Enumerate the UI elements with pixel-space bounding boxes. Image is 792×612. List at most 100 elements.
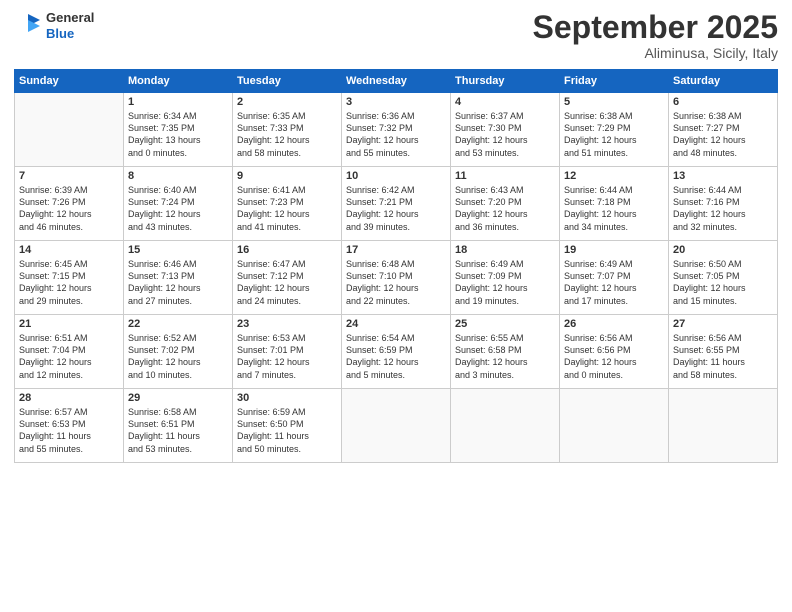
day-info: Sunrise: 6:59 AMSunset: 6:50 PMDaylight:… xyxy=(237,406,337,455)
day-number: 18 xyxy=(455,244,555,256)
header: General Blue September 2025 Aliminusa, S… xyxy=(14,10,778,61)
table-row: 1Sunrise: 6:34 AMSunset: 7:35 PMDaylight… xyxy=(124,93,233,167)
day-number: 8 xyxy=(128,170,228,182)
day-info: Sunrise: 6:43 AMSunset: 7:20 PMDaylight:… xyxy=(455,184,555,233)
logo-icon xyxy=(14,12,42,40)
table-row xyxy=(15,93,124,167)
table-row xyxy=(342,389,451,463)
day-number: 29 xyxy=(128,392,228,404)
day-number: 4 xyxy=(455,96,555,108)
table-row: 27 Sunrise: 6:56 AMSunset: 6:55 PMDayligh… xyxy=(669,315,778,389)
table-row: 13Sunrise: 6:44 AMSunset: 7:16 PMDayligh… xyxy=(669,167,778,241)
day-info: Sunrise: 6:36 AMSunset: 7:32 PMDaylight:… xyxy=(346,110,446,159)
day-info: Sunrise: 6:49 AMSunset: 7:07 PMDaylight:… xyxy=(564,258,664,307)
day-info: Sunrise: 6:49 AMSunset: 7:09 PMDaylight:… xyxy=(455,258,555,307)
table-row: 3Sunrise: 6:36 AMSunset: 7:32 PMDaylight… xyxy=(342,93,451,167)
day-number: 28 xyxy=(19,392,119,404)
day-number: 26 xyxy=(564,318,664,330)
day-info: Sunrise: 6:40 AMSunset: 7:24 PMDaylight:… xyxy=(128,184,228,233)
calendar-table: Sunday Monday Tuesday Wednesday Thursday… xyxy=(14,69,778,463)
table-row: 19 Sunrise: 6:49 AMSunset: 7:07 PMDayligh… xyxy=(560,241,669,315)
day-number: 6 xyxy=(673,96,773,108)
day-info: Sunrise: 6:56 AMSunset: 6:56 PMDaylight:… xyxy=(564,332,664,381)
day-info: Sunrise: 6:41 AMSunset: 7:23 PMDaylight:… xyxy=(237,184,337,233)
day-number: 27 xyxy=(673,318,773,330)
day-number: 19 xyxy=(564,244,664,256)
table-row: 30 Sunrise: 6:59 AMSunset: 6:50 PMDayligh… xyxy=(233,389,342,463)
day-number: 1 xyxy=(128,96,228,108)
day-info: Sunrise: 6:46 AMSunset: 7:13 PMDaylight:… xyxy=(128,258,228,307)
table-row: 16 Sunrise: 6:47 AMSunset: 7:12 PMDayligh… xyxy=(233,241,342,315)
month-title: September 2025 xyxy=(533,10,778,45)
day-number: 24 xyxy=(346,318,446,330)
table-row: 11 Sunrise: 6:43 AMSunset: 7:20 PMDayligh… xyxy=(451,167,560,241)
table-row: 14 Sunrise: 6:45 AMSunset: 7:15 PMDayligh… xyxy=(15,241,124,315)
day-number: 16 xyxy=(237,244,337,256)
logo: General Blue xyxy=(14,10,94,41)
day-number: 11 xyxy=(455,170,555,182)
table-row: 18 Sunrise: 6:49 AMSunset: 7:09 PMDayligh… xyxy=(451,241,560,315)
col-tuesday: Tuesday xyxy=(233,70,342,93)
table-row: 7Sunrise: 6:39 AMSunset: 7:26 PMDaylight… xyxy=(15,167,124,241)
day-info: Sunrise: 6:58 AMSunset: 6:51 PMDaylight:… xyxy=(128,406,228,455)
day-info: Sunrise: 6:37 AMSunset: 7:30 PMDaylight:… xyxy=(455,110,555,159)
table-row: 4 Sunrise: 6:37 AMSunset: 7:30 PMDaylight… xyxy=(451,93,560,167)
col-thursday: Thursday xyxy=(451,70,560,93)
day-info: Sunrise: 6:55 AMSunset: 6:58 PMDaylight:… xyxy=(455,332,555,381)
table-row: 10Sunrise: 6:42 AMSunset: 7:21 PMDayligh… xyxy=(342,167,451,241)
title-block: September 2025 Aliminusa, Sicily, Italy xyxy=(533,10,778,61)
table-row: 6Sunrise: 6:38 AMSunset: 7:27 PMDaylight… xyxy=(669,93,778,167)
table-row: 15 Sunrise: 6:46 AMSunset: 7:13 PMDayligh… xyxy=(124,241,233,315)
day-info: Sunrise: 6:53 AMSunset: 7:01 PMDaylight:… xyxy=(237,332,337,381)
day-number: 21 xyxy=(19,318,119,330)
day-number: 25 xyxy=(455,318,555,330)
table-row: 29 Sunrise: 6:58 AMSunset: 6:51 PMDayligh… xyxy=(124,389,233,463)
logo-text: General Blue xyxy=(46,10,94,41)
day-info: Sunrise: 6:57 AMSunset: 6:53 PMDaylight:… xyxy=(19,406,119,455)
day-info: Sunrise: 6:35 AMSunset: 7:33 PMDaylight:… xyxy=(237,110,337,159)
day-number: 23 xyxy=(237,318,337,330)
col-saturday: Saturday xyxy=(669,70,778,93)
day-number: 9 xyxy=(237,170,337,182)
day-info: Sunrise: 6:51 AMSunset: 7:04 PMDaylight:… xyxy=(19,332,119,381)
calendar-week-row: 7Sunrise: 6:39 AMSunset: 7:26 PMDaylight… xyxy=(15,167,778,241)
day-number: 30 xyxy=(237,392,337,404)
table-row: 23 Sunrise: 6:53 AMSunset: 7:01 PMDayligh… xyxy=(233,315,342,389)
table-row: 26 Sunrise: 6:56 AMSunset: 6:56 PMDayligh… xyxy=(560,315,669,389)
day-info: Sunrise: 6:50 AMSunset: 7:05 PMDaylight:… xyxy=(673,258,773,307)
table-row xyxy=(451,389,560,463)
day-number: 15 xyxy=(128,244,228,256)
day-info: Sunrise: 6:47 AMSunset: 7:12 PMDaylight:… xyxy=(237,258,337,307)
day-number: 10 xyxy=(346,170,446,182)
table-row: 20Sunrise: 6:50 AMSunset: 7:05 PMDayligh… xyxy=(669,241,778,315)
day-number: 7 xyxy=(19,170,119,182)
calendar-header-row: Sunday Monday Tuesday Wednesday Thursday… xyxy=(15,70,778,93)
table-row: 24 Sunrise: 6:54 AMSunset: 6:59 PMDayligh… xyxy=(342,315,451,389)
table-row: 21 Sunrise: 6:51 AMSunset: 7:04 PMDayligh… xyxy=(15,315,124,389)
table-row xyxy=(560,389,669,463)
day-info: Sunrise: 6:52 AMSunset: 7:02 PMDaylight:… xyxy=(128,332,228,381)
day-info: Sunrise: 6:45 AMSunset: 7:15 PMDaylight:… xyxy=(19,258,119,307)
page: General Blue September 2025 Aliminusa, S… xyxy=(0,0,792,612)
day-number: 22 xyxy=(128,318,228,330)
calendar-week-row: 1Sunrise: 6:34 AMSunset: 7:35 PMDaylight… xyxy=(15,93,778,167)
table-row: 17Sunrise: 6:48 AMSunset: 7:10 PMDayligh… xyxy=(342,241,451,315)
table-row: 12Sunrise: 6:44 AMSunset: 7:18 PMDayligh… xyxy=(560,167,669,241)
day-info: Sunrise: 6:54 AMSunset: 6:59 PMDaylight:… xyxy=(346,332,446,381)
table-row: 22 Sunrise: 6:52 AMSunset: 7:02 PMDayligh… xyxy=(124,315,233,389)
table-row: 8 Sunrise: 6:40 AMSunset: 7:24 PMDaylight… xyxy=(124,167,233,241)
day-info: Sunrise: 6:56 AMSunset: 6:55 PMDaylight:… xyxy=(673,332,773,381)
day-number: 14 xyxy=(19,244,119,256)
table-row: 9 Sunrise: 6:41 AMSunset: 7:23 PMDaylight… xyxy=(233,167,342,241)
col-sunday: Sunday xyxy=(15,70,124,93)
day-number: 12 xyxy=(564,170,664,182)
col-monday: Monday xyxy=(124,70,233,93)
col-wednesday: Wednesday xyxy=(342,70,451,93)
table-row xyxy=(669,389,778,463)
location: Aliminusa, Sicily, Italy xyxy=(533,45,778,61)
logo-blue: Blue xyxy=(46,26,74,41)
table-row: 28 Sunrise: 6:57 AMSunset: 6:53 PMDayligh… xyxy=(15,389,124,463)
day-number: 5 xyxy=(564,96,664,108)
calendar-week-row: 14 Sunrise: 6:45 AMSunset: 7:15 PMDayligh… xyxy=(15,241,778,315)
table-row: 25 Sunrise: 6:55 AMSunset: 6:58 PMDayligh… xyxy=(451,315,560,389)
